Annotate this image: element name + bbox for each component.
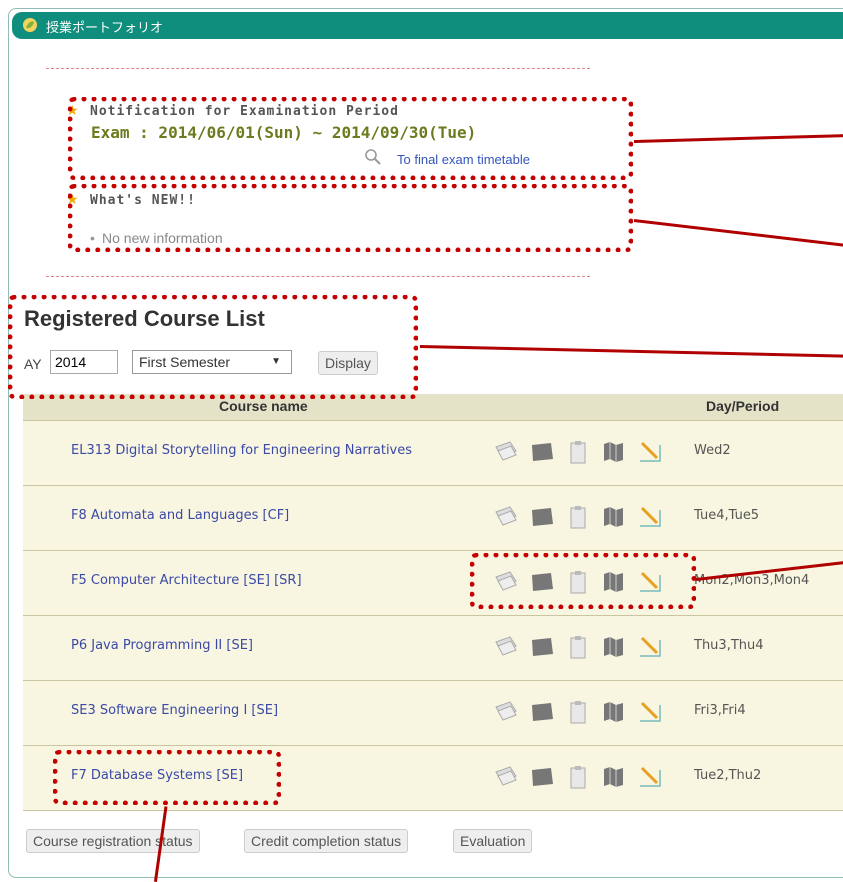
table-row: P6 Java Programming II [SE] Thu3,Thu4: [23, 615, 843, 680]
course-tools: [493, 764, 693, 792]
credit-completion-status-button[interactable]: Credit completion status: [244, 829, 409, 853]
notepad-icon[interactable]: [493, 504, 519, 530]
notepad-icon[interactable]: [493, 439, 519, 465]
course-tools: [493, 634, 693, 662]
map-icon[interactable]: [601, 634, 627, 660]
map-icon[interactable]: [601, 699, 627, 725]
day-period: Wed2: [694, 443, 731, 458]
clipboard-icon[interactable]: [565, 504, 591, 530]
annotation-box-tools: [470, 553, 696, 609]
chalkboard-icon[interactable]: [529, 634, 555, 660]
course-tools: [493, 504, 693, 532]
clipboard-icon[interactable]: [565, 439, 591, 465]
annotation-box-course-list: [8, 295, 418, 399]
chalkboard-icon[interactable]: [529, 764, 555, 790]
course-registration-status-button[interactable]: Course registration status: [26, 829, 200, 853]
portfolio-header: 授業ポートフォリオ: [12, 12, 843, 39]
map-icon[interactable]: [601, 504, 627, 530]
notepad-icon[interactable]: [493, 764, 519, 790]
chalkboard-icon[interactable]: [529, 699, 555, 725]
clipboard-icon[interactable]: [565, 764, 591, 790]
chalkboard-icon[interactable]: [529, 504, 555, 530]
leaf-icon: [23, 18, 37, 32]
course-link[interactable]: EL313 Digital Storytelling for Engineeri…: [71, 443, 412, 458]
course-link[interactable]: F8 Automata and Languages [CF]: [71, 508, 289, 523]
col-course-name: Course name: [219, 398, 308, 414]
course-link[interactable]: SE3 Software Engineering I [SE]: [71, 703, 278, 718]
course-link[interactable]: P6 Java Programming II [SE]: [71, 638, 253, 653]
table-row: SE3 Software Engineering I [SE] Fri3,Fri…: [23, 680, 843, 745]
pencil-note-icon[interactable]: [637, 634, 663, 660]
course-tools: [493, 439, 693, 467]
notepad-icon[interactable]: [493, 699, 519, 725]
pencil-note-icon[interactable]: [637, 504, 663, 530]
day-period: Tue4,Tue5: [694, 508, 760, 523]
divider-top: [46, 68, 590, 69]
col-day-period: Day/Period: [706, 398, 780, 414]
map-icon[interactable]: [601, 439, 627, 465]
chalkboard-icon[interactable]: [529, 439, 555, 465]
pencil-note-icon[interactable]: [637, 439, 663, 465]
clipboard-icon[interactable]: [565, 699, 591, 725]
table-row: EL313 Digital Storytelling for Engineeri…: [23, 420, 843, 485]
pencil-note-icon[interactable]: [637, 699, 663, 725]
map-icon[interactable]: [601, 764, 627, 790]
table-row: F5 Computer Architecture [SE] [SR] Mon2,…: [23, 550, 843, 615]
pencil-note-icon[interactable]: [637, 764, 663, 790]
header-title: 授業ポートフォリオ: [46, 21, 164, 36]
annotation-box-news: [68, 184, 633, 252]
annotation-box-exam: [68, 97, 633, 180]
table-row: F8 Automata and Languages [CF] Tue4,Tue5: [23, 485, 843, 550]
evaluation-button[interactable]: Evaluation: [453, 829, 533, 853]
notepad-icon[interactable]: [493, 634, 519, 660]
day-period: Tue2,Thu2: [694, 768, 762, 783]
course-tools: [493, 699, 693, 727]
day-period: Thu3,Thu4: [694, 638, 764, 653]
day-period: Fri3,Fri4: [694, 703, 746, 718]
course-link[interactable]: F5 Computer Architecture [SE] [SR]: [71, 573, 302, 588]
clipboard-icon[interactable]: [565, 634, 591, 660]
annotation-box-course-link: [53, 750, 281, 805]
divider-bottom: [46, 276, 590, 277]
